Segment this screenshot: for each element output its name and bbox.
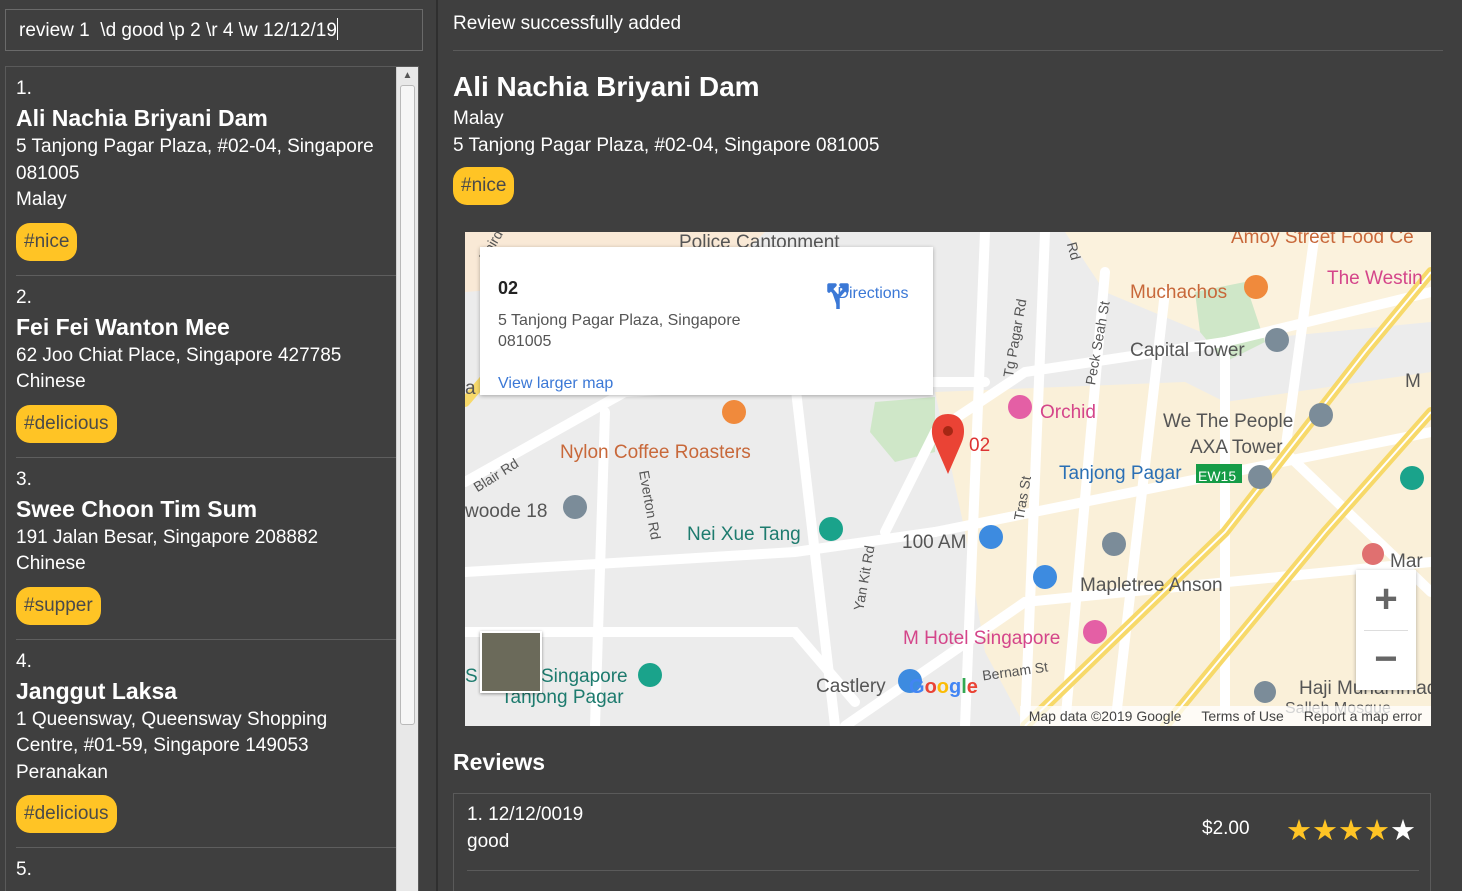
list-item-index: 3. (16, 468, 32, 490)
list-item-address: Centre, #01-59, Singapore 149053 (16, 735, 309, 756)
list-item-name: Fei Fei Wanton Mee (16, 313, 230, 340)
list-item[interactable]: 3. Swee Choon Tim Sum 191 Jalan Besar, S… (16, 458, 396, 640)
review-index-date: 1. 12/12/0019 (467, 804, 584, 825)
google-logo: Google (909, 676, 978, 698)
map-label: We The People (1163, 411, 1294, 432)
command-input[interactable]: review 1 \d good \p 2 \r 4 \w 12/12/19 (5, 9, 423, 51)
map-data-credit: Map data ©2019 Google (1028, 708, 1182, 724)
divider (467, 870, 1419, 871)
star-icon: ★ (1338, 815, 1364, 847)
map-label: Orchid (1040, 402, 1096, 423)
review-rating: ★★★★★ (1286, 813, 1416, 848)
satellite-toggle-thumbnail[interactable] (480, 631, 542, 693)
list-item-cuisine: Chinese (16, 371, 86, 392)
list-item-address: 62 Joo Chiat Place, Singapore 427785 (16, 344, 342, 366)
directions-button[interactable]: Directions (823, 281, 923, 309)
right-pane: Review successfully added Ali Nachia Bri… (438, 0, 1462, 891)
list-item-name: Ali Nachia Briyani Dam (16, 105, 268, 131)
detail-name: Ali Nachia Briyani Dam (453, 71, 760, 102)
map-info-card: 02 5 Tanjong Pagar Plaza, Singapore 0810… (480, 247, 933, 395)
list-item[interactable]: 2. Fei Fei Wanton Mee 62 Joo Chiat Place… (16, 276, 396, 458)
star-icon: ★ (1286, 815, 1312, 847)
detail-address: 5 Tanjong Pagar Plaza, #02-04, Singapore… (453, 135, 880, 156)
left-pane: review 1 \d good \p 2 \r 4 \w 12/12/19 1… (0, 0, 431, 891)
map-label: EW15 (1198, 468, 1237, 484)
list-item-tag: #delicious (16, 795, 117, 833)
map-label: Singapore (541, 666, 628, 687)
list-item-index: 2. (16, 286, 32, 308)
detail-tag: #nice (453, 167, 515, 205)
report-map-error-link[interactable]: Report a map error (1304, 708, 1422, 724)
map-label: Capital Tower (1130, 340, 1245, 361)
list-item-cuisine: Peranakan (16, 761, 108, 783)
list-item[interactable]: 1. Ali Nachia Briyani Dam 5 Tanjong Paga… (16, 67, 396, 276)
result-message: Review successfully added (453, 13, 682, 34)
star-icon: ★ (1312, 815, 1338, 847)
list-item-address: 1 Queensway, Queensway Shopping (16, 708, 328, 730)
map-label: Nei Xue Tang (687, 524, 801, 545)
list-item-index: 1. (16, 78, 32, 99)
zoom-control: + − (1356, 570, 1416, 690)
map-label: Castlery (816, 676, 886, 697)
list-item[interactable]: 4. Janggut Laksa 1 Queensway, Queensway … (16, 640, 396, 848)
map-view[interactable]: Police Cantonment Amoy Street Food Ce Mu… (465, 232, 1431, 726)
list-item-tag: #nice (16, 222, 78, 261)
list-item-name: Janggut Laksa (16, 677, 178, 704)
map-label: The Westin (1327, 268, 1423, 289)
scroll-up-icon[interactable]: ▲ (397, 67, 418, 84)
text-caret (336, 18, 338, 40)
list-item-cuisine: Chinese (16, 553, 86, 574)
list-item-tag: #supper (16, 586, 101, 625)
review-text: good (467, 831, 510, 852)
star-icon: ★ (1364, 815, 1390, 847)
list-item-name: Swee Choon Tim Sum (16, 495, 258, 522)
review-price: $2.00 (1202, 818, 1250, 839)
zoom-in-icon[interactable]: + (1356, 570, 1416, 630)
terms-of-use-link[interactable]: Terms of Use (1201, 708, 1283, 724)
list-item-cuisine: Malay (16, 189, 67, 210)
info-card-title: 02 (498, 278, 519, 298)
directions-icon (827, 283, 849, 309)
list-item-address: 191 Jalan Besar, Singapore 208882 (16, 526, 319, 548)
map-label: a (465, 378, 476, 399)
detail-cuisine: Malay (453, 108, 504, 129)
map-label: S (465, 666, 478, 687)
map-label: Mapletree Anson (1080, 575, 1223, 596)
list-item[interactable]: 5. (16, 848, 396, 891)
map-label: Nylon Coffee Roasters (560, 442, 751, 463)
scrollbar-thumb[interactable] (400, 85, 415, 725)
map-label: M Hotel Singapore (903, 628, 1061, 649)
star-icon: ★ (1390, 815, 1416, 847)
list-item-index: 4. (16, 650, 32, 672)
map-label: Tanjong Pagar (1059, 463, 1182, 484)
reviews-heading: Reviews (453, 749, 546, 775)
map-label: 100 AM (902, 532, 967, 553)
map-label: Amoy Street Food Ce (1231, 232, 1414, 248)
info-card-address: 5 Tanjong Pagar Plaza, Singapore 081005 (498, 312, 741, 350)
map-label: M (1405, 371, 1421, 392)
divider (453, 50, 1443, 51)
map-marker-label: 02 (969, 435, 991, 456)
list-item-address: 081005 (16, 162, 80, 184)
review-list[interactable]: 1. 12/12/0019 good $2.00 ★★★★★ (453, 793, 1431, 891)
list-item-tag: #delicious (16, 404, 117, 443)
map-label: AXA Tower (1190, 437, 1283, 458)
restaurant-list-items: 1. Ali Nachia Briyani Dam 5 Tanjong Paga… (16, 67, 396, 891)
list-scrollbar[interactable]: ▲ (396, 67, 418, 891)
list-item-address: 5 Tanjong Pagar Plaza, #02-04, Singapore (16, 136, 374, 157)
restaurant-list[interactable]: 1. Ali Nachia Briyani Dam 5 Tanjong Paga… (5, 66, 419, 891)
zoom-out-icon[interactable]: − (1356, 630, 1416, 690)
command-input-text: review 1 \d good \p 2 \r 4 \w 12/12/19 (19, 20, 337, 41)
map-label: Muchachos (1130, 282, 1228, 303)
map-attribution: Map data ©2019 Google Terms of Use Repor… (1019, 706, 1431, 726)
map-label: woode 18 (465, 501, 548, 522)
view-larger-map-link[interactable]: View larger map (498, 375, 613, 393)
list-item-index: 5. (16, 859, 32, 880)
